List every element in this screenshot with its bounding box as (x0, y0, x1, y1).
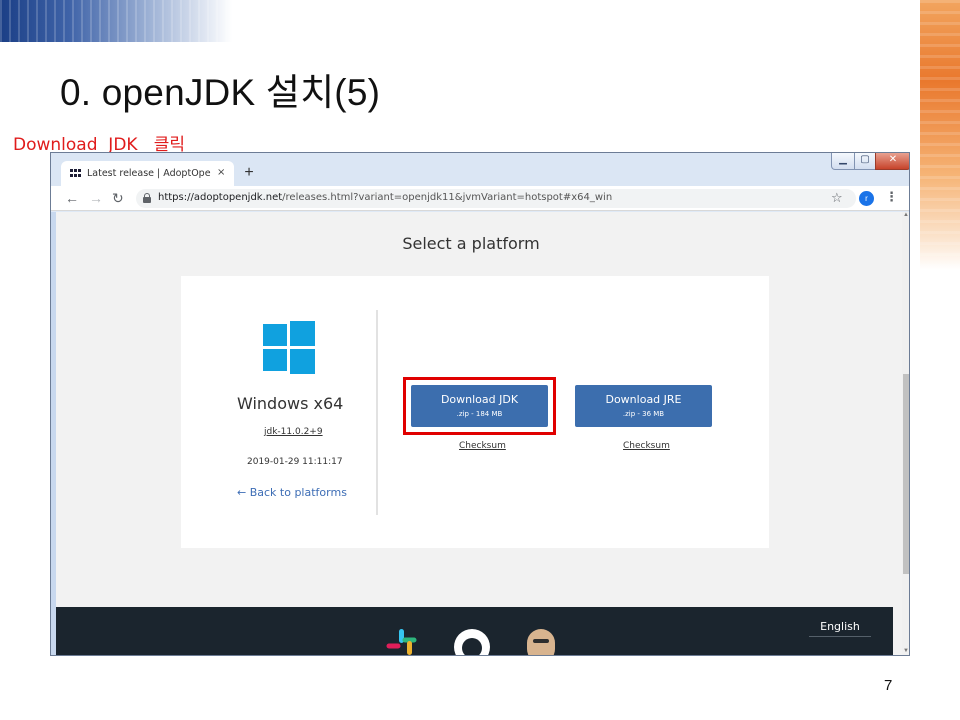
jre-checksum-link[interactable]: Checksum (623, 441, 670, 451)
slide-decoration-top (0, 0, 232, 42)
release-date: 2019-01-29 11:11:17 (247, 457, 343, 467)
new-tab-button[interactable]: + (239, 163, 259, 183)
jdk-checksum-link[interactable]: Checksum (459, 441, 506, 451)
tab-close-icon[interactable]: × (217, 167, 225, 178)
maximize-button[interactable]: ▢ (854, 153, 876, 170)
address-bar[interactable]: https://adoptopenjdk.net/releases.html?v… (136, 189, 856, 208)
jenkins-icon[interactable] (527, 629, 555, 655)
browser-titlebar: Latest release | AdoptOpenJDK × + ▁ ▢ ✕ (51, 153, 909, 187)
browser-tab[interactable]: Latest release | AdoptOpenJDK × (61, 161, 234, 187)
slide-decoration-right (920, 0, 960, 270)
lock-icon (143, 193, 151, 203)
scrollbar[interactable]: ▲ ▼ (902, 212, 909, 655)
back-to-platforms-link[interactable]: ← Back to platforms (237, 486, 347, 499)
scroll-up-icon[interactable]: ▲ (903, 212, 909, 218)
platform-card: Windows x64 jdk-11.0.2+9 2019-01-29 11:1… (181, 276, 769, 548)
slide-title: 0. openJDK 설치(5) (60, 72, 381, 113)
tab-title: Latest release | AdoptOpenJDK (87, 168, 211, 179)
close-window-button[interactable]: ✕ (875, 153, 909, 170)
highlight-box (403, 377, 556, 435)
browser-window: Latest release | AdoptOpenJDK × + ▁ ▢ ✕ … (50, 152, 910, 656)
platform-name: Windows x64 (237, 394, 344, 413)
download-jre-size: .zip - 36 MB (622, 410, 665, 418)
scrollbar-thumb[interactable] (903, 374, 909, 574)
star-icon[interactable]: ☆ (831, 190, 843, 206)
download-jre-label: Download JRE (605, 393, 682, 406)
page-number: 7 (884, 677, 893, 694)
minimize-button[interactable]: ▁ (831, 153, 855, 170)
page-footer: English (56, 607, 893, 655)
arrow-right-icon[interactable]: → (89, 190, 103, 206)
divider (376, 310, 378, 515)
download-jre-button[interactable]: Download JRE .zip - 36 MB (575, 385, 712, 427)
browser-toolbar: ← → ↻ https://adoptopenjdk.net/releases.… (51, 186, 909, 211)
version-link[interactable]: jdk-11.0.2+9 (264, 427, 323, 437)
page-viewport: Select a platform Windows x64 jdk-11.0.2… (51, 212, 902, 655)
section-title: Select a platform (402, 234, 540, 253)
language-selector[interactable]: English (809, 617, 871, 637)
github-icon[interactable] (454, 629, 490, 655)
adoptopenjdk-favicon-icon (70, 169, 82, 178)
arrow-left-icon[interactable]: ← (65, 190, 79, 206)
slack-icon[interactable] (386, 629, 425, 655)
url-text[interactable]: https://adoptopenjdk.net/releases.html?v… (158, 192, 612, 203)
windows-logo-icon (263, 321, 315, 374)
reload-icon[interactable]: ↻ (112, 190, 124, 207)
profile-avatar[interactable]: r (859, 191, 874, 206)
scroll-down-icon[interactable]: ▼ (903, 648, 909, 654)
kebab-menu-icon[interactable]: ⋮ (885, 189, 898, 205)
